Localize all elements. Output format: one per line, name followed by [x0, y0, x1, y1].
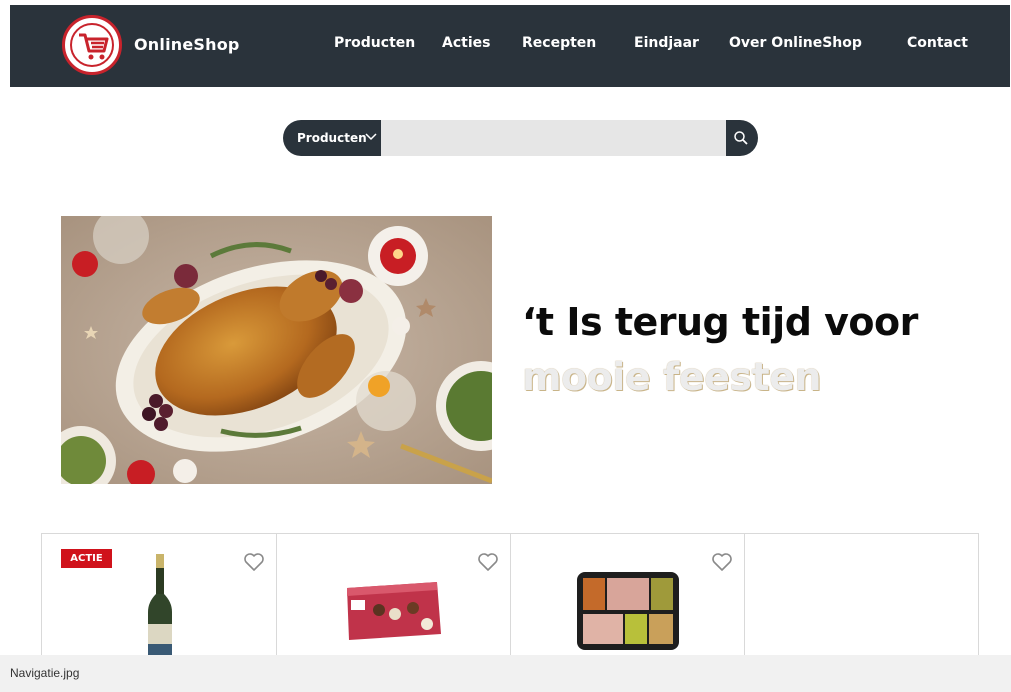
pralines-box-image: [347, 582, 441, 640]
tapas-tray-image: [577, 572, 679, 650]
champagne-bottle-image: [148, 554, 172, 655]
promo-badge: ACTIE: [61, 549, 112, 568]
nav-acties[interactable]: Acties: [442, 35, 490, 51]
heart-icon[interactable]: [243, 552, 265, 572]
heart-icon[interactable]: [711, 552, 733, 572]
hero-heading: ‘t Is terug tijd voor: [522, 300, 918, 344]
nav-recepten[interactable]: Recepten: [522, 35, 596, 51]
search-category-label: Producten: [297, 131, 367, 145]
roast-chicken-illustration: [61, 216, 492, 484]
heart-icon[interactable]: [477, 552, 499, 572]
file-name: Navigatie.jpg: [10, 666, 80, 680]
file-caption-bar: Navigatie.jpg: [0, 655, 1011, 692]
hero-subheading: mooie feesten: [522, 355, 822, 399]
product-card[interactable]: [744, 534, 979, 655]
hero-image: [61, 216, 492, 484]
search-button[interactable]: [726, 120, 758, 156]
nav-eindjaar[interactable]: Eindjaar: [634, 35, 699, 51]
page: OnlineShop Producten Acties Recepten Ein…: [10, 5, 1010, 655]
search-bar: Producten: [283, 120, 758, 156]
chevron-down-icon: [365, 133, 377, 141]
nav-producten[interactable]: Producten: [334, 35, 415, 51]
brand-name[interactable]: OnlineShop: [134, 35, 240, 54]
search-icon: [734, 131, 748, 145]
search-category-dropdown[interactable]: Producten: [283, 120, 381, 156]
product-grid: ACTIE: [41, 533, 979, 655]
shopping-cart-icon: [79, 33, 109, 60]
product-card[interactable]: [276, 534, 510, 655]
product-card[interactable]: [510, 534, 744, 655]
logo[interactable]: [62, 15, 122, 75]
search-input[interactable]: [381, 120, 726, 156]
product-card[interactable]: ACTIE: [41, 534, 276, 655]
nav-over-onlineshop[interactable]: Over OnlineShop: [729, 35, 862, 51]
nav-contact[interactable]: Contact: [907, 35, 968, 51]
site-header: OnlineShop Producten Acties Recepten Ein…: [10, 5, 1010, 87]
